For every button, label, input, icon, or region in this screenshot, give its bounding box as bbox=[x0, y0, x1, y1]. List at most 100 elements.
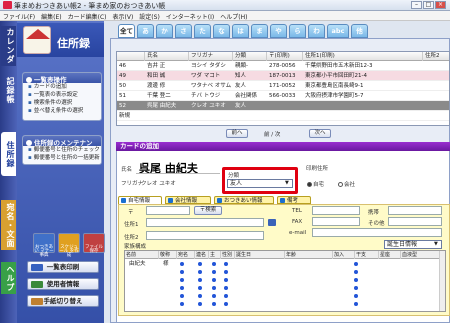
family-scrollbar[interactable] bbox=[439, 251, 445, 311]
tab-notes[interactable]: 備考 bbox=[277, 196, 311, 204]
display-settings-item[interactable]: 一覧表の表示設定 bbox=[23, 91, 101, 99]
rail-tab-records[interactable]: 記録帳 bbox=[1, 70, 16, 110]
menu-internet[interactable]: インターネット(I) bbox=[163, 11, 217, 22]
rail-tab-print[interactable]: 宛名・文面 bbox=[1, 200, 16, 250]
tab-ka[interactable]: か bbox=[156, 24, 173, 38]
tab-other[interactable]: 他 bbox=[351, 24, 368, 38]
edit-icon[interactable] bbox=[268, 219, 276, 226]
rail-tab-address-book[interactable]: 住所録 bbox=[1, 132, 16, 176]
table-row[interactable]: 52 呉尾 由紀夫 クレオ ユキオ 友人 bbox=[117, 101, 449, 111]
checkbox-dot[interactable] bbox=[198, 270, 202, 274]
family-col[interactable]: 主 bbox=[209, 251, 221, 259]
col-no[interactable] bbox=[117, 52, 145, 61]
col-zip[interactable]: 〒(印刷) bbox=[267, 52, 303, 61]
checkbox-dot[interactable] bbox=[180, 262, 184, 266]
tab-all[interactable]: 全て bbox=[118, 24, 135, 38]
checkbox-dot[interactable] bbox=[198, 302, 202, 306]
col-kana[interactable]: フリガナ bbox=[189, 52, 233, 61]
rail-tab-calendar[interactable]: カレンダー bbox=[0, 26, 16, 66]
checkbox-dot[interactable] bbox=[212, 262, 216, 266]
option-home[interactable]: 自宅 bbox=[307, 180, 324, 188]
rail-tab-help[interactable]: ヘルプ bbox=[1, 262, 16, 294]
col-address2[interactable]: 住所2 bbox=[423, 52, 449, 61]
save-file-button[interactable]: ファイル 保存 bbox=[83, 233, 105, 254]
radio-company[interactable] bbox=[338, 182, 343, 187]
zip-update-item[interactable]: 郵便番号と住所の一括更新 bbox=[23, 154, 101, 162]
tab-ha[interactable]: は bbox=[232, 24, 249, 38]
checkbox-dot[interactable] bbox=[212, 302, 216, 306]
tab-abc[interactable]: abc bbox=[327, 24, 349, 38]
family-col[interactable]: 年齢 bbox=[285, 251, 333, 259]
checkbox-dot[interactable] bbox=[180, 302, 184, 306]
checkbox-dot[interactable] bbox=[212, 278, 216, 282]
maximize-button[interactable]: □ bbox=[423, 1, 434, 9]
col-address1[interactable]: 住所1(印刷) bbox=[303, 52, 423, 61]
col-name[interactable]: 氏名 bbox=[145, 52, 189, 61]
tab-ra[interactable]: ら bbox=[289, 24, 306, 38]
checkbox-dot[interactable] bbox=[198, 294, 202, 298]
address2-field[interactable] bbox=[146, 231, 264, 240]
zip-check-item[interactable]: 郵便番号と住所のチェック bbox=[23, 146, 101, 154]
family-col[interactable]: 干支 bbox=[355, 251, 379, 259]
email-field[interactable] bbox=[312, 228, 442, 237]
user-info-button[interactable]: 使用者情報 bbox=[27, 278, 99, 290]
menu-view[interactable]: 表示(V) bbox=[110, 11, 137, 22]
tab-company-info[interactable]: 会社情報 bbox=[165, 196, 211, 204]
close-button[interactable]: × bbox=[435, 1, 446, 9]
table-row[interactable]: 46 吉井 正 ヨシイ タダシ 親類- 278-0056 千葉県野田市五木新田12-3 bbox=[117, 61, 449, 71]
checkbox-dot[interactable] bbox=[212, 286, 216, 290]
family-col[interactable]: 星座 bbox=[379, 251, 401, 259]
next-button[interactable]: 次へ bbox=[309, 129, 331, 138]
family-name-cell[interactable]: 由紀夫 bbox=[127, 260, 146, 268]
checkbox-dot[interactable] bbox=[224, 278, 228, 282]
prev-button[interactable]: 前へ bbox=[226, 129, 248, 138]
family-col[interactable]: 加入 bbox=[333, 251, 355, 259]
minimize-button[interactable]: – bbox=[411, 1, 422, 9]
checkbox-dot[interactable] bbox=[354, 278, 358, 282]
add-card-item[interactable]: カードの追加 bbox=[23, 83, 101, 91]
checkbox-dot[interactable] bbox=[354, 270, 358, 274]
zip-field[interactable] bbox=[146, 206, 190, 215]
family-col[interactable]: 名前 bbox=[125, 251, 159, 259]
fax-field[interactable] bbox=[312, 217, 360, 226]
family-col[interactable]: 血液型 bbox=[401, 251, 441, 259]
checkbox-dot[interactable] bbox=[224, 302, 228, 306]
tab-ta[interactable]: た bbox=[194, 24, 211, 38]
print-list-button[interactable]: 一覧表印刷 bbox=[27, 261, 99, 273]
tab-wa[interactable]: わ bbox=[308, 24, 325, 38]
family-col[interactable]: 性別 bbox=[221, 251, 235, 259]
family-col[interactable]: 誕生日 bbox=[235, 251, 285, 259]
tab-na[interactable]: な bbox=[213, 24, 230, 38]
checkbox-dot[interactable] bbox=[354, 286, 358, 290]
checkbox-dot[interactable] bbox=[180, 270, 184, 274]
tab-a[interactable]: あ bbox=[137, 24, 154, 38]
tel-field[interactable] bbox=[312, 206, 360, 215]
kana-value[interactable]: クレオ ユキオ bbox=[141, 179, 176, 187]
other-field[interactable] bbox=[388, 217, 442, 226]
table-row[interactable]: 51 千葉 登二 チバ トウジ 会社関係 566-0033 大阪府摂津市学園町5-7 bbox=[117, 91, 449, 101]
checkbox-dot[interactable] bbox=[224, 294, 228, 298]
schedule-button[interactable]: スケジュール を作成 bbox=[58, 233, 80, 258]
menu-settings[interactable]: 設定(S) bbox=[136, 11, 163, 22]
mobile-field[interactable] bbox=[388, 206, 442, 215]
switch-letter-button[interactable]: 手紙切り替え bbox=[27, 295, 99, 307]
zip-search-button[interactable]: 〒検索 bbox=[194, 206, 222, 215]
sort-condition-item[interactable]: 並べ替え条件の選択 bbox=[23, 107, 101, 115]
table-row[interactable]: 新規 bbox=[117, 111, 449, 121]
tab-ya[interactable]: や bbox=[270, 24, 287, 38]
address1-field[interactable] bbox=[146, 218, 264, 227]
table-row[interactable]: 49 和田 誠 ワダ マコト 知人 187-0013 東京都小平市回田町21-4 bbox=[117, 71, 449, 81]
tab-relationship-info[interactable]: おつきあい情報 bbox=[214, 196, 274, 204]
manners-dictionary-button[interactable]: おつきあい マナー事典 bbox=[33, 233, 55, 258]
checkbox-dot[interactable] bbox=[180, 278, 184, 282]
checkbox-dot[interactable] bbox=[224, 270, 228, 274]
search-condition-item[interactable]: 検索条件の選択 bbox=[23, 99, 101, 107]
checkbox-dot[interactable] bbox=[198, 286, 202, 290]
checkbox-dot[interactable] bbox=[354, 302, 358, 306]
checkbox-dot[interactable] bbox=[354, 294, 358, 298]
checkbox-dot[interactable] bbox=[354, 262, 358, 266]
checkbox-dot[interactable] bbox=[224, 286, 228, 290]
checkbox-dot[interactable] bbox=[212, 270, 216, 274]
checkbox-dot[interactable] bbox=[180, 294, 184, 298]
tab-sa[interactable]: さ bbox=[175, 24, 192, 38]
